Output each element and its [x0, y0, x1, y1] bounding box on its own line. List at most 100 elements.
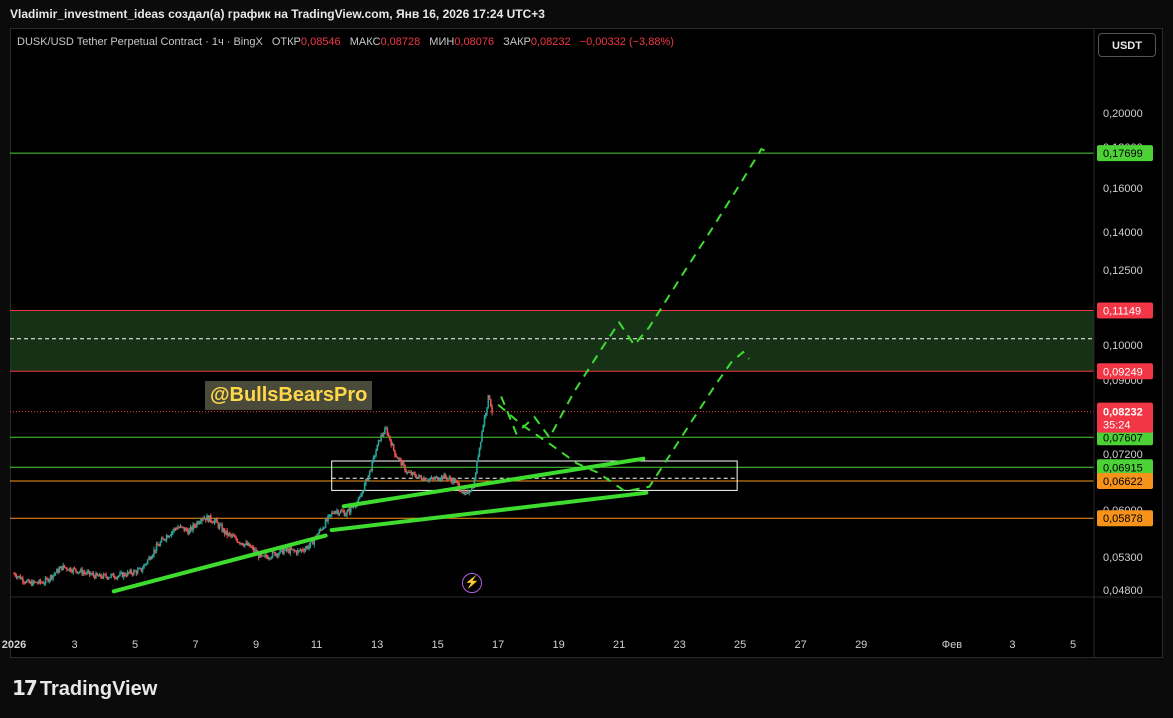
candle-body	[279, 549, 281, 554]
x-tick-label: 23	[674, 639, 686, 651]
candle-body	[169, 535, 172, 537]
candle-body	[327, 515, 329, 522]
tradingview-mark-icon: 17	[12, 676, 38, 700]
candle-body	[143, 565, 145, 569]
candle-body	[302, 549, 304, 551]
candle-body	[477, 456, 479, 461]
candle-body	[37, 583, 39, 585]
y-tick-label: 0,07200	[1103, 449, 1143, 461]
candle-body	[488, 395, 491, 400]
candle-body	[346, 511, 348, 515]
candle-body	[474, 473, 477, 480]
candle-body	[389, 435, 391, 441]
x-tick-label: 27	[795, 639, 807, 651]
close-value: 0,08232	[530, 36, 571, 48]
candle-body	[164, 539, 167, 541]
trendline[interactable]	[329, 490, 649, 533]
candle-body	[373, 456, 376, 458]
candle-body	[293, 549, 295, 551]
candle-body	[416, 476, 419, 479]
y-tick-label: 0,05300	[1103, 552, 1143, 564]
candle-body	[188, 530, 191, 535]
candle-body	[483, 416, 486, 426]
y-tick-label: 0,12500	[1103, 265, 1143, 277]
level-tag-label: 0,06622	[1103, 476, 1143, 488]
candle-body	[395, 455, 397, 458]
projection-path[interactable]	[500, 147, 771, 440]
price-chart[interactable]: 0,200000,180000,160000,140000,125000,100…	[0, 0, 1173, 718]
candle-body	[209, 515, 212, 522]
candle-body	[86, 571, 88, 574]
x-tick-label: 3	[71, 639, 77, 651]
candle-body	[124, 573, 126, 576]
candle-body	[78, 571, 81, 573]
candle-body	[283, 550, 285, 555]
candle-body	[186, 528, 188, 531]
candle-body	[424, 478, 427, 481]
candle-body	[43, 583, 46, 585]
candle-body	[392, 444, 395, 450]
candle-body	[478, 447, 481, 457]
candle-body	[119, 573, 121, 576]
candle-body	[479, 441, 482, 448]
candle-body	[14, 573, 17, 576]
x-tick-label: 17	[492, 639, 504, 651]
x-tick-label: 7	[192, 639, 198, 651]
candle-body	[105, 574, 107, 577]
candle-body	[265, 555, 268, 557]
x-tick-label: 29	[855, 639, 867, 651]
candle-body	[112, 573, 115, 578]
candle-body	[92, 573, 95, 576]
symbol-name[interactable]: DUSK/USD Tether Perpetual Contract · 1ч …	[17, 36, 263, 48]
tradingview-logo[interactable]: 17 TradingView	[12, 676, 157, 701]
candle-body	[394, 449, 396, 456]
candle-body	[308, 545, 310, 549]
candle-body	[69, 567, 72, 572]
high-label: МАКС	[349, 36, 381, 48]
candle-body	[402, 462, 405, 466]
candle-body	[457, 481, 459, 485]
candle-body	[141, 568, 144, 572]
y-tick-label: 0,16000	[1103, 183, 1143, 195]
candle-body	[156, 544, 159, 546]
candle-body	[151, 554, 154, 558]
candle-body	[333, 513, 336, 515]
x-tick-label: 2026	[2, 639, 26, 651]
candle-body	[54, 572, 57, 574]
candle-body	[116, 576, 119, 579]
candle-body	[360, 495, 362, 498]
candle-body	[344, 514, 347, 517]
currency-button[interactable]: USDT	[1098, 33, 1156, 57]
candle-body	[136, 569, 139, 574]
candle-body	[444, 474, 447, 478]
candle-body	[490, 399, 492, 407]
candle-body	[309, 542, 312, 546]
candle-body	[455, 480, 458, 482]
candle-body	[145, 563, 148, 565]
candle-body	[66, 567, 68, 570]
lightning-icon[interactable]: ⚡	[462, 573, 482, 593]
candle-body	[382, 434, 385, 436]
level-tag-label: 0,05878	[1103, 513, 1143, 525]
candle-body	[130, 570, 133, 574]
x-tick-label: 19	[553, 639, 565, 651]
candle-body	[449, 477, 452, 480]
y-tick-label: 0,10000	[1103, 340, 1143, 352]
trendline[interactable]	[111, 533, 328, 594]
candle-body	[109, 577, 111, 579]
projection-path[interactable]	[497, 350, 751, 493]
countdown-label: 35:24	[1103, 420, 1131, 432]
candle-body	[213, 520, 216, 523]
candle-body	[419, 475, 421, 477]
x-tick-label: 9	[253, 639, 259, 651]
candle-body	[270, 557, 273, 559]
candle-body	[413, 472, 415, 474]
level-tag-label: 0,17699	[1103, 148, 1143, 160]
candle-body	[371, 460, 374, 471]
x-tick-label: 5	[132, 639, 138, 651]
candle-body	[193, 524, 196, 527]
x-tick-label: 11	[311, 639, 322, 651]
level-tag-label: 0,07607	[1103, 432, 1143, 444]
x-tick-label: 15	[431, 639, 443, 651]
candle-body	[144, 564, 146, 566]
